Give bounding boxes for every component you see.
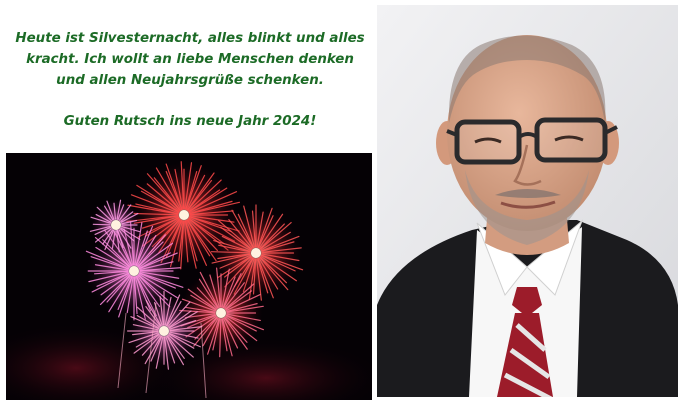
new-year-wish: Guten Rutsch ins neue Jahr 2024! bbox=[63, 114, 317, 129]
greeting-line-2: kracht. Ich wollt an liebe Menschen denk… bbox=[26, 52, 354, 67]
glasses-lens-left bbox=[454, 119, 522, 165]
glasses-lens-right bbox=[534, 117, 608, 163]
fireworks-illustration bbox=[6, 161, 372, 400]
greeting-line-3: und allen Neujahrsgrüße schenken. bbox=[56, 73, 324, 88]
greeting-text: Heute ist Silvesternacht, alles blinkt u… bbox=[8, 28, 372, 132]
fireworks-photo bbox=[6, 153, 372, 400]
portrait-illustration bbox=[377, 5, 678, 397]
portrait-photo bbox=[377, 5, 678, 397]
greeting-line-1: Heute ist Silvesternacht, alles blinkt u… bbox=[15, 31, 365, 46]
